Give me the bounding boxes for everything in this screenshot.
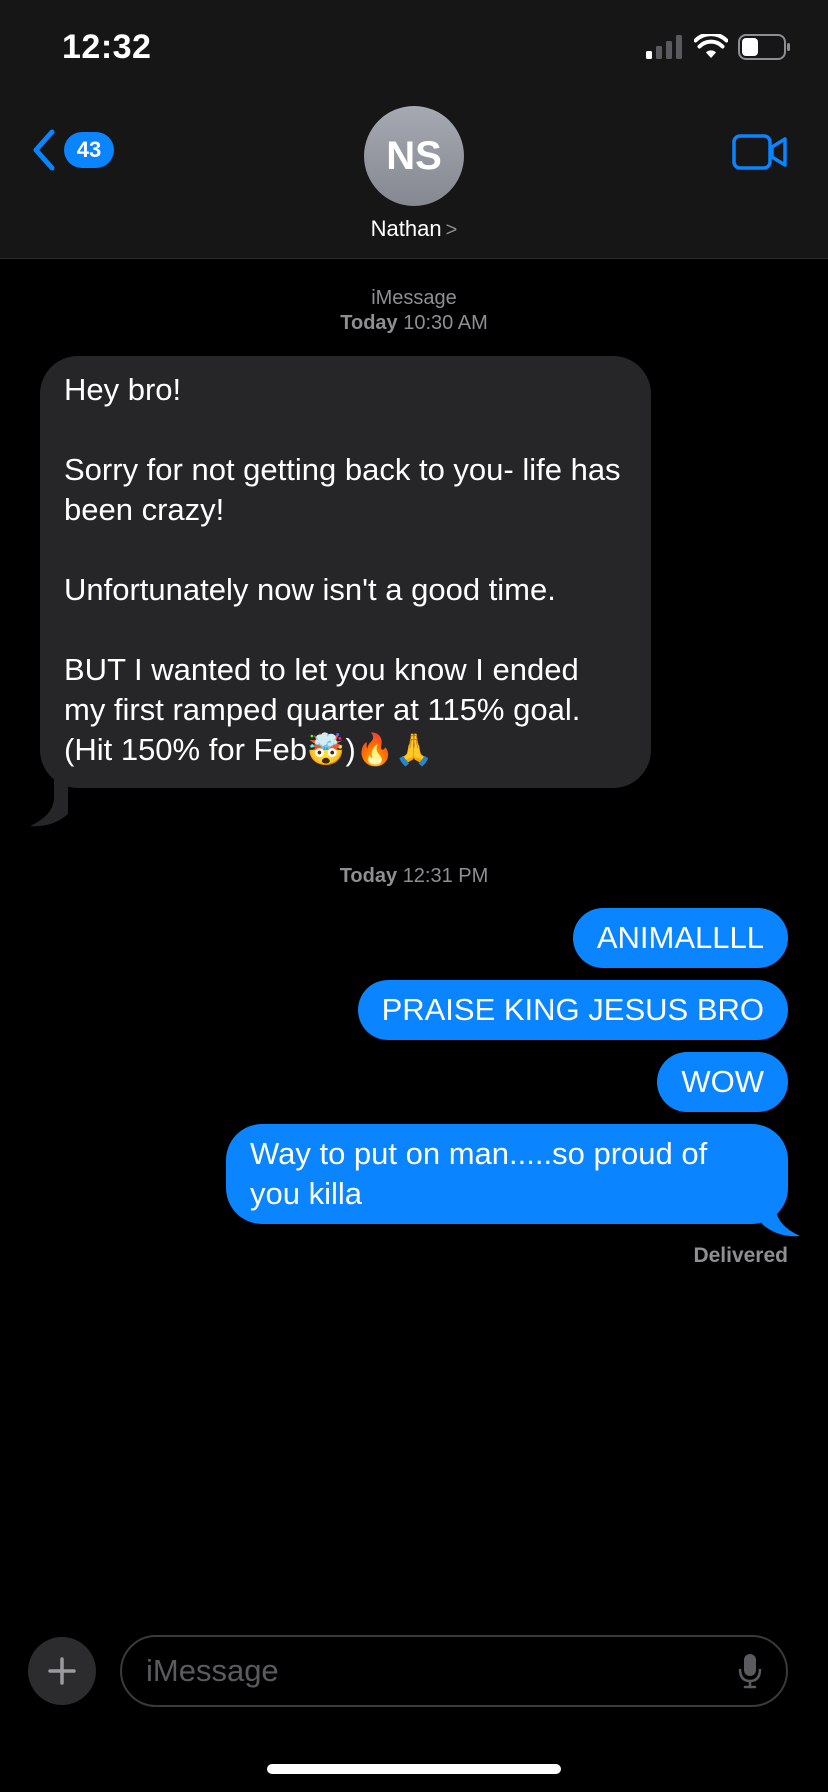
timestamp-time: 12:31 PM	[402, 865, 489, 887]
outgoing-message-bubble[interactable]: PRAISE KING JESUS BRO	[357, 980, 788, 1040]
status-time: 12:32	[62, 28, 152, 66]
timestamp-header-2: Today 12:31 PM	[0, 864, 828, 889]
message-text: Unfortunately now isn't a good time.	[64, 572, 556, 607]
status-icons	[646, 34, 792, 60]
outgoing-message-bubble[interactable]: Way to put on man.....so proud of you ki…	[226, 1124, 788, 1224]
timestamp-day: Today	[339, 865, 398, 887]
contact-name: Nathan	[370, 216, 442, 241]
timestamp-time: 10:30 AM	[403, 312, 488, 334]
unread-count-badge: 43	[64, 132, 114, 168]
delivered-status: Delivered	[693, 1244, 788, 1267]
cellular-signal-icon	[646, 35, 682, 59]
home-indicator[interactable]	[267, 1764, 561, 1774]
microphone-icon[interactable]	[738, 1653, 762, 1689]
battery-icon	[738, 34, 790, 60]
contact-avatar[interactable]: NS	[364, 106, 464, 206]
chevron-right-icon: >	[445, 219, 458, 241]
message-text: BUT I wanted to let you know I ended my …	[64, 652, 581, 767]
facetime-video-button[interactable]	[732, 134, 788, 175]
timestamp-day: Today	[340, 312, 398, 334]
outgoing-bubble-tail	[762, 1190, 800, 1237]
message-text: Hey bro!	[64, 372, 182, 407]
message-text: Sorry for not getting back to you- life …	[64, 452, 621, 527]
service-label: iMessage	[371, 287, 457, 309]
outgoing-message-bubble[interactable]: WOW	[657, 1052, 788, 1112]
back-button[interactable]: 43	[30, 128, 114, 172]
avatar-initials: NS	[386, 133, 442, 178]
incoming-message-bubble[interactable]: Hey bro! Sorry for not getting back to y…	[40, 356, 651, 788]
wifi-icon	[694, 34, 728, 58]
message-input-placeholder: iMessage	[146, 1653, 279, 1688]
message-input[interactable]: iMessage	[120, 1635, 788, 1707]
plus-icon	[48, 1657, 76, 1685]
apps-plus-button[interactable]	[28, 1637, 96, 1705]
outgoing-message-bubble[interactable]: ANIMALLLL	[572, 908, 788, 968]
video-camera-icon	[732, 134, 787, 170]
chevron-left-icon	[33, 129, 55, 171]
contact-name-button[interactable]: Nathan >	[0, 216, 828, 242]
incoming-bubble-tail	[30, 780, 68, 827]
timestamp-header-1: iMessage Today 10:30 AM	[0, 286, 828, 336]
conversation-header: 12:32 43 NS Nathan >	[0, 0, 828, 259]
